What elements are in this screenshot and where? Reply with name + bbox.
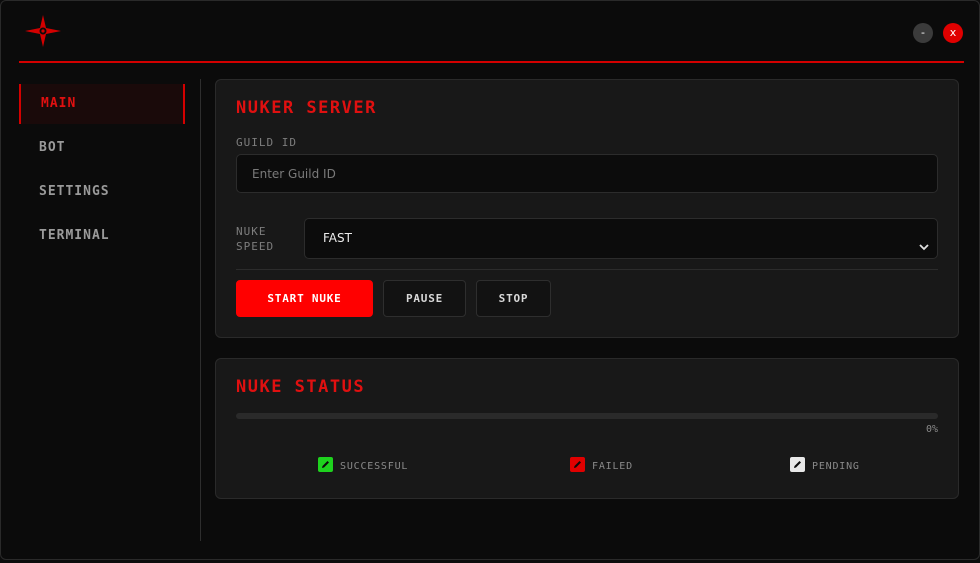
edit-icon xyxy=(790,456,805,472)
legend-label: SUCCESSFUL xyxy=(340,460,409,472)
pause-button[interactable]: PAUSE xyxy=(383,280,466,317)
legend-pending: PENDING xyxy=(790,456,860,472)
legend-label: PENDING xyxy=(812,460,860,472)
nuke-speed-label-line1: NUKE xyxy=(236,225,267,238)
start-nuke-button[interactable]: START NUKE xyxy=(236,280,373,317)
edit-icon xyxy=(570,456,585,472)
app-window: - x MAIN BOT SETTINGS TERMINAL NUKER SER… xyxy=(0,0,980,560)
chevron-down-icon xyxy=(917,231,931,251)
sidebar-item-main[interactable]: MAIN xyxy=(19,84,185,124)
nuke-speed-label: NUKE SPEED xyxy=(236,224,274,254)
nuke-status-panel: NUKE STATUS 0% SUCCESSFUL FAILED PENDING xyxy=(215,358,959,499)
sidebar-item-terminal[interactable]: TERMINAL xyxy=(19,216,185,256)
progress-bar xyxy=(236,413,938,419)
panel-title: NUKE STATUS xyxy=(236,377,366,397)
edit-icon xyxy=(318,456,333,472)
close-button[interactable]: x xyxy=(943,23,963,43)
legend-label: FAILED xyxy=(592,460,633,472)
sidebar-item-bot[interactable]: BOT xyxy=(19,128,185,168)
minimize-button[interactable]: - xyxy=(913,23,933,43)
nuker-server-panel: NUKER SERVER GUILD ID NUKE SPEED FAST ST… xyxy=(215,79,959,338)
nuke-speed-value: FAST xyxy=(323,231,352,245)
legend-failed: FAILED xyxy=(570,456,633,472)
divider xyxy=(236,269,938,270)
title-divider xyxy=(19,61,964,63)
guild-id-input[interactable] xyxy=(236,154,938,193)
nuke-speed-select[interactable]: FAST xyxy=(304,218,938,259)
progress-percent: 0% xyxy=(925,424,938,435)
star-logo-icon xyxy=(23,13,63,49)
guild-id-label: GUILD ID xyxy=(236,136,297,149)
panel-title: NUKER SERVER xyxy=(236,98,377,118)
sidebar: MAIN BOT SETTINGS TERMINAL xyxy=(19,79,201,541)
legend-successful: SUCCESSFUL xyxy=(318,456,408,472)
sidebar-item-settings[interactable]: SETTINGS xyxy=(19,172,185,212)
stop-button[interactable]: STOP xyxy=(476,280,551,317)
nuke-speed-label-line2: SPEED xyxy=(236,240,275,253)
